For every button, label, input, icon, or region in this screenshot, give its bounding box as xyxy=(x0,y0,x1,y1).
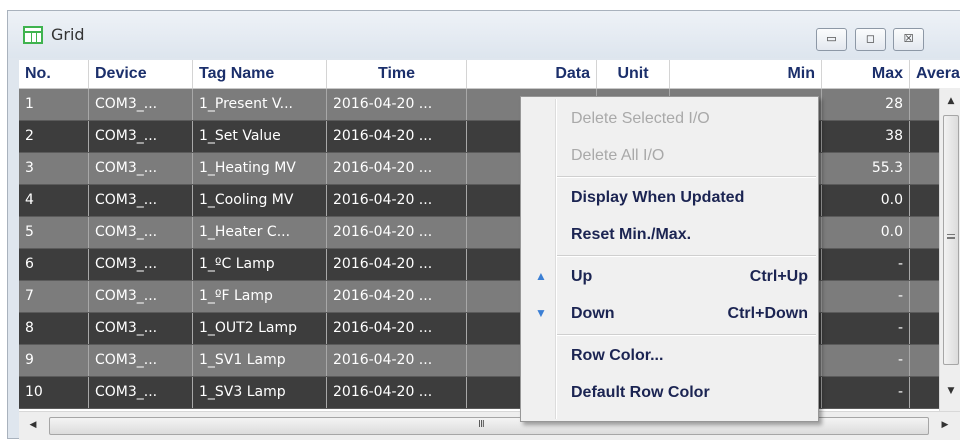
grid-window-icon xyxy=(23,26,43,44)
menu-item-label: Down xyxy=(571,305,615,322)
column-header-tag-name[interactable]: Tag Name xyxy=(193,60,327,88)
tag-name-cell: 1_Present V... xyxy=(193,89,327,120)
vertical-scroll-thumb[interactable] xyxy=(943,115,959,365)
menu-separator xyxy=(557,334,816,336)
device-cell: COM3_... xyxy=(89,89,193,120)
max-cell: 38 xyxy=(822,121,910,152)
time-cell: 2016-04-20 ... xyxy=(327,313,467,344)
max-cell: 0.0 xyxy=(822,217,910,248)
time-cell: 2016-04-20 ... xyxy=(327,217,467,248)
scroll-right-icon[interactable]: ▶ xyxy=(937,420,953,430)
time-cell: 2016-04-20 ... xyxy=(327,185,467,216)
column-header-no[interactable]: No. xyxy=(19,60,89,88)
arrow-up-icon: ▲ xyxy=(535,269,547,283)
time-cell: 2016-04-20 ... xyxy=(327,345,467,376)
tag-name-cell: 1_SV1 Lamp xyxy=(193,345,327,376)
close-button[interactable]: ☒ xyxy=(893,28,924,51)
max-cell: - xyxy=(822,281,910,312)
column-header-data[interactable]: Data xyxy=(467,60,597,88)
tag-name-cell: 1_ºF Lamp xyxy=(193,281,327,312)
device-cell: COM3_... xyxy=(89,377,193,408)
menu-item-shortcut: Ctrl+Up xyxy=(749,268,808,285)
reset-min-max-item[interactable]: Reset Min./Max. xyxy=(523,216,816,253)
row-number: 5 xyxy=(19,217,89,248)
tag-name-cell: 1_Cooling MV xyxy=(193,185,327,216)
vertical-scrollbar[interactable]: ▲ ▼ xyxy=(939,88,960,411)
row-number: 10 xyxy=(19,377,89,408)
time-cell: 2016-04-20 ... xyxy=(327,89,467,120)
max-cell: - xyxy=(822,345,910,376)
row-number: 8 xyxy=(19,313,89,344)
max-cell: - xyxy=(822,249,910,280)
row-number: 9 xyxy=(19,345,89,376)
column-header-average[interactable]: Avera xyxy=(910,60,960,88)
time-cell: 2016-04-20 ... xyxy=(327,377,467,408)
time-cell: 2016-04-20 ... xyxy=(327,121,467,152)
row-number: 3 xyxy=(19,153,89,184)
menu-item-label: Delete Selected I/O xyxy=(571,110,710,127)
grid-header: No. Device Tag Name Time Data Unit Min M… xyxy=(19,60,960,89)
column-header-max[interactable]: Max xyxy=(822,60,910,88)
time-cell: 2016-04-20 ... xyxy=(327,153,467,184)
row-number: 4 xyxy=(19,185,89,216)
max-cell: 55.3 xyxy=(822,153,910,184)
scroll-up-icon[interactable]: ▲ xyxy=(943,96,959,106)
scroll-grip-icon: III xyxy=(478,419,485,430)
tag-name-cell: 1_ºC Lamp xyxy=(193,249,327,280)
row-number: 6 xyxy=(19,249,89,280)
row-number: 1 xyxy=(19,89,89,120)
delete-all-io-item[interactable]: Delete All I/O xyxy=(523,137,816,174)
row-color-item[interactable]: Row Color... xyxy=(523,337,816,374)
move-up-item[interactable]: ▲ Up Ctrl+Up xyxy=(523,258,816,295)
arrow-down-icon: ▼ xyxy=(535,306,547,320)
display-when-updated-item[interactable]: Display When Updated xyxy=(523,179,816,216)
max-cell: 28 xyxy=(822,89,910,120)
max-cell: 0.0 xyxy=(822,185,910,216)
scroll-down-icon[interactable]: ▼ xyxy=(943,386,959,396)
context-menu: Delete Selected I/O Delete All I/O Display… xyxy=(520,96,819,422)
row-number: 7 xyxy=(19,281,89,312)
tag-name-cell: 1_Heating MV xyxy=(193,153,327,184)
scroll-left-icon[interactable]: ◀ xyxy=(25,420,41,430)
device-cell: COM3_... xyxy=(89,249,193,280)
menu-item-label: Display When Updated xyxy=(571,189,745,206)
max-cell: - xyxy=(822,377,910,408)
tag-name-cell: 1_OUT2 Lamp xyxy=(193,313,327,344)
menu-separator xyxy=(557,255,816,257)
menu-item-label: Up xyxy=(571,268,593,285)
menu-separator xyxy=(557,176,816,178)
device-cell: COM3_... xyxy=(89,217,193,248)
minimize-button[interactable]: ▭ xyxy=(816,28,847,51)
scroll-grip-icon xyxy=(947,234,955,239)
tag-name-cell: 1_SV3 Lamp xyxy=(193,377,327,408)
max-cell: - xyxy=(822,313,910,344)
maximize-button[interactable]: ◻ xyxy=(855,28,886,51)
menu-item-label: Reset Min./Max. xyxy=(571,226,692,243)
device-cell: COM3_... xyxy=(89,281,193,312)
row-number: 2 xyxy=(19,121,89,152)
title-bar[interactable]: Grid ▭ ◻ ☒ xyxy=(8,11,960,58)
move-down-item[interactable]: ▼ Down Ctrl+Down xyxy=(523,295,816,332)
menu-item-label: Delete All I/O xyxy=(571,147,665,164)
column-header-time[interactable]: Time xyxy=(327,60,467,88)
window-title: Grid xyxy=(51,25,85,44)
menu-item-label: Default Row Color xyxy=(571,384,710,401)
default-row-color-item[interactable]: Default Row Color xyxy=(523,374,816,411)
device-cell: COM3_... xyxy=(89,121,193,152)
menu-item-shortcut: Ctrl+Down xyxy=(727,305,808,322)
column-header-unit[interactable]: Unit xyxy=(597,60,670,88)
column-header-min[interactable]: Min xyxy=(670,60,822,88)
device-cell: COM3_... xyxy=(89,345,193,376)
menu-item-label: Row Color... xyxy=(571,347,664,364)
time-cell: 2016-04-20 ... xyxy=(327,249,467,280)
time-cell: 2016-04-20 ... xyxy=(327,281,467,312)
device-cell: COM3_... xyxy=(89,185,193,216)
delete-selected-io-item[interactable]: Delete Selected I/O xyxy=(523,100,816,137)
tag-name-cell: 1_Set Value xyxy=(193,121,327,152)
device-cell: COM3_... xyxy=(89,153,193,184)
column-header-device[interactable]: Device xyxy=(89,60,193,88)
device-cell: COM3_... xyxy=(89,313,193,344)
tag-name-cell: 1_Heater C... xyxy=(193,217,327,248)
